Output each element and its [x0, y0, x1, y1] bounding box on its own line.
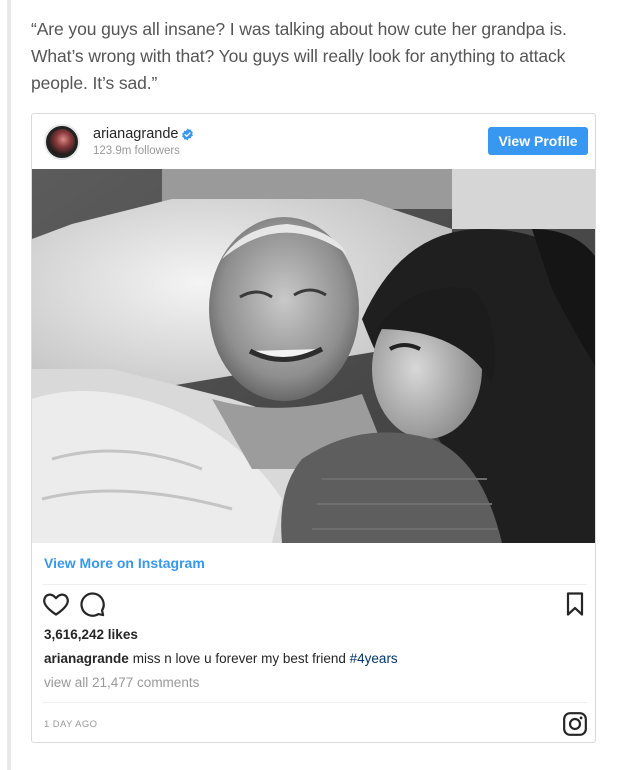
caption-hashtag[interactable]: #4years — [350, 651, 398, 666]
divider — [42, 702, 587, 703]
profile-username[interactable]: arianagrande — [93, 126, 178, 142]
quote-block: “Are you guys all insane? I was talking … — [31, 16, 611, 97]
avatar[interactable] — [44, 124, 80, 160]
caption-text: miss n love u forever my best friend — [132, 651, 346, 666]
caption-username[interactable]: arianagrande — [44, 651, 129, 666]
divider — [42, 584, 587, 585]
page: “Are you guys all insane? I was talking … — [0, 0, 631, 770]
post-photo[interactable] — [32, 169, 595, 543]
instagram-logo-icon[interactable] — [562, 711, 588, 737]
post-caption: arianagrande miss n love u forever my bes… — [44, 651, 398, 666]
heart-icon[interactable] — [42, 590, 70, 618]
bookmark-icon[interactable] — [561, 590, 589, 618]
action-bar — [42, 590, 587, 620]
view-profile-button[interactable]: View Profile — [488, 127, 588, 155]
quote-line: What’s wrong with that? You guys will re… — [31, 46, 566, 66]
blockquote-rule — [7, 0, 11, 770]
view-comments-link[interactable]: view all 21,477 comments — [44, 675, 199, 690]
quote-line: people. It’s sad.” — [31, 73, 158, 93]
comment-icon[interactable] — [78, 590, 106, 618]
avatar-image — [49, 129, 75, 155]
quote-line: “Are you guys all insane? I was talking … — [31, 19, 567, 39]
like-count[interactable]: 3,616,242 likes — [44, 627, 138, 642]
follower-count: 123.9m followers — [93, 145, 180, 157]
post-timestamp: 1 DAY AGO — [44, 719, 98, 730]
verified-badge-icon — [182, 128, 193, 141]
instagram-embed: arianagrande 123.9m followers View Profi… — [31, 113, 596, 743]
post-photo-illustration — [32, 169, 595, 543]
view-more-link[interactable]: View More on Instagram — [44, 555, 205, 571]
embed-header: arianagrande 123.9m followers View Profi… — [32, 114, 595, 169]
